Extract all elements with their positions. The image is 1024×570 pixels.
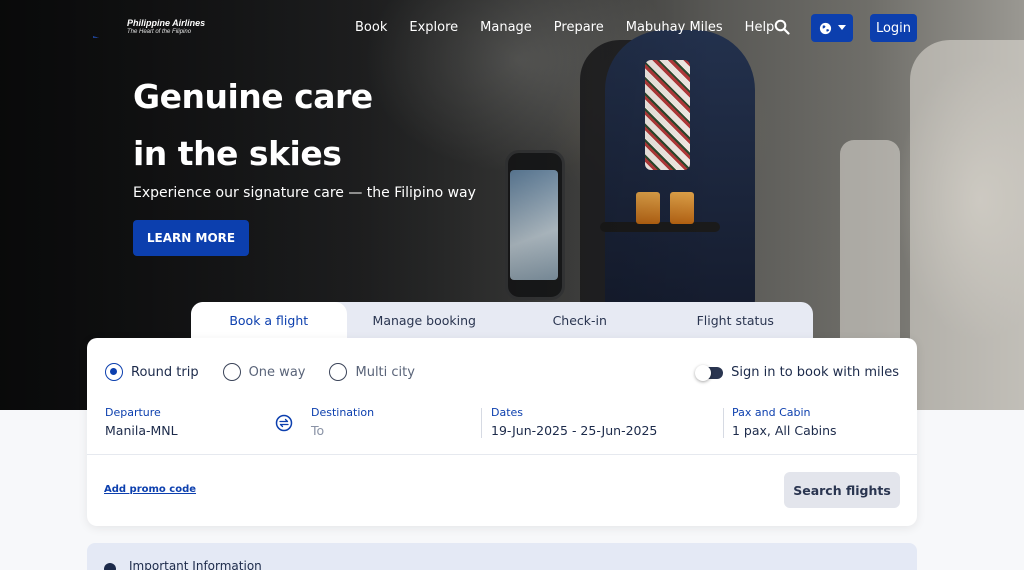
nav-link-mabuhay-miles[interactable]: Mabuhay Miles xyxy=(626,20,723,35)
booking-fields: Departure Manila-MNL Destination To Date… xyxy=(105,406,899,442)
booking-card: Round trip One way Multi city Sign in to… xyxy=(87,338,917,526)
brand-name: Philippine Airlines xyxy=(127,18,206,28)
miles-toggle-label: Sign in to book with miles xyxy=(731,365,899,380)
departure-value: Manila-MNL xyxy=(105,423,178,438)
brand-tagline: The Heart of the Filipino xyxy=(127,29,192,35)
login-button[interactable]: Login xyxy=(870,14,917,42)
pax-cabin-field[interactable]: Pax and Cabin 1 pax, All Cabins xyxy=(732,406,837,438)
trip-type-round-trip[interactable]: Round trip xyxy=(105,363,199,381)
chevron-down-icon xyxy=(837,25,846,30)
pax-cabin-value: 1 pax, All Cabins xyxy=(732,423,837,438)
add-promo-code-link[interactable]: Add promo code xyxy=(104,484,196,495)
learn-more-button[interactable]: LEARN MORE xyxy=(133,220,249,256)
miles-toggle[interactable]: Sign in to book with miles xyxy=(695,364,899,381)
field-divider xyxy=(723,408,724,438)
departure-field[interactable]: Departure Manila-MNL xyxy=(105,406,178,438)
toggle-switch[interactable] xyxy=(695,364,724,381)
dates-value: 19-Jun-2025 - 25-Jun-2025 xyxy=(491,423,658,438)
hero-title: Genuine care in the skies xyxy=(133,68,373,182)
trip-type-multi-city[interactable]: Multi city xyxy=(329,363,415,381)
tab-flight-status[interactable]: Flight status xyxy=(658,302,814,338)
info-icon xyxy=(104,563,116,570)
nav-link-prepare[interactable]: Prepare xyxy=(554,20,604,35)
trip-type-group: Round trip One way Multi city xyxy=(105,363,415,381)
nav-links: Book Explore Manage Prepare Mabuhay Mile… xyxy=(355,20,796,35)
nav-link-book[interactable]: Book xyxy=(355,20,387,35)
trip-type-label: Multi city xyxy=(355,364,415,380)
brand-logo-icon xyxy=(93,18,123,38)
nav-link-help[interactable]: Help xyxy=(745,20,775,35)
booking-tabs: Book a flight Manage booking Check-in Fl… xyxy=(191,302,813,338)
brand-logo[interactable]: Philippine Airlines The Heart of the Fil… xyxy=(93,18,205,38)
important-info-title: Important Information xyxy=(129,559,262,570)
search-icon[interactable] xyxy=(774,19,790,35)
globe-icon xyxy=(819,22,831,34)
top-navigation: Philippine Airlines The Heart of the Fil… xyxy=(0,0,1024,56)
trip-type-one-way[interactable]: One way xyxy=(222,363,306,381)
brand-logo-text: Philippine Airlines The Heart of the Fil… xyxy=(127,19,205,37)
language-button[interactable] xyxy=(811,14,853,42)
nav-link-manage[interactable]: Manage xyxy=(480,20,532,35)
nav-link-explore[interactable]: Explore xyxy=(409,20,458,35)
hero-title-line1: Genuine care xyxy=(133,77,373,116)
tab-check-in[interactable]: Check-in xyxy=(502,302,658,338)
destination-field[interactable]: Destination To xyxy=(311,406,374,438)
dates-field[interactable]: Dates 19-Jun-2025 - 25-Jun-2025 xyxy=(491,406,657,438)
dates-label: Dates xyxy=(491,406,524,419)
tab-book-a-flight[interactable]: Book a flight xyxy=(191,302,347,338)
trip-type-label: One way xyxy=(248,364,306,380)
radio-unselected-icon xyxy=(222,363,241,381)
destination-label: Destination xyxy=(311,406,375,419)
swap-icon[interactable] xyxy=(275,414,293,432)
field-divider xyxy=(481,408,482,438)
tab-manage-booking[interactable]: Manage booking xyxy=(347,302,503,338)
radio-unselected-icon xyxy=(329,363,348,381)
departure-label: Departure xyxy=(105,406,161,419)
destination-placeholder: To xyxy=(311,423,325,438)
important-info-panel[interactable]: Important Information xyxy=(87,543,917,570)
pax-cabin-label: Pax and Cabin xyxy=(732,406,811,419)
hero-subtitle: Experience our signature care — the Fili… xyxy=(133,185,476,201)
hero-title-line2: in the skies xyxy=(133,134,342,173)
card-divider xyxy=(87,454,917,455)
search-flights-button[interactable]: Search flights xyxy=(784,472,900,508)
radio-selected-icon xyxy=(105,363,123,381)
trip-type-label: Round trip xyxy=(131,364,199,380)
